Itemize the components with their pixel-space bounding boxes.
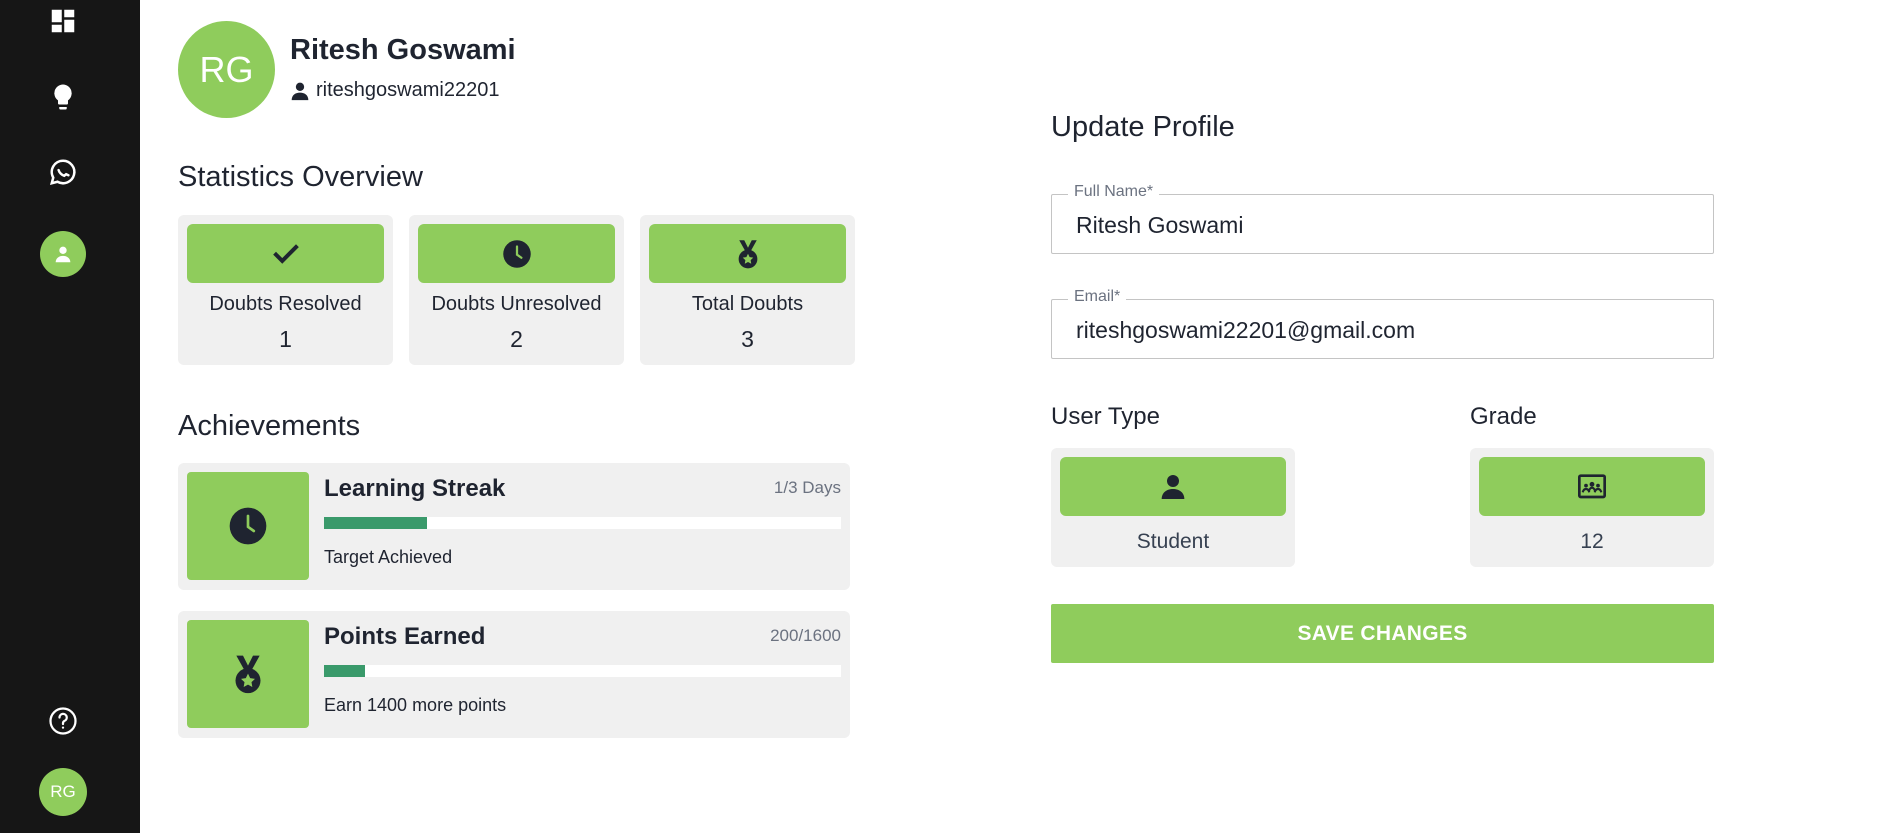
achievement-icon-box bbox=[187, 620, 309, 728]
grade-value: 12 bbox=[1580, 530, 1604, 553]
progress-fill bbox=[324, 665, 366, 677]
medal-icon bbox=[738, 239, 757, 268]
profile-icon[interactable] bbox=[40, 231, 86, 277]
full-name-label: Full Name* bbox=[1068, 183, 1160, 201]
username-row: riteshgoswami22201 bbox=[290, 79, 499, 102]
stat-value: 1 bbox=[279, 326, 292, 352]
profile-username: riteshgoswami22201 bbox=[316, 79, 500, 101]
stat-card-resolved: Doubts Resolved 1 bbox=[178, 215, 393, 365]
stat-card-total: Total Doubts 3 bbox=[640, 215, 855, 365]
stat-label: Doubts Resolved bbox=[209, 293, 362, 315]
user-type-card[interactable]: Student bbox=[1051, 448, 1295, 567]
update-profile-title: Update Profile bbox=[1051, 111, 1235, 143]
achievements-title: Achievements bbox=[178, 410, 361, 442]
sidebar-avatar[interactable]: RG bbox=[39, 768, 87, 816]
stat-value: 3 bbox=[741, 326, 754, 352]
user-type-icon-box[interactable] bbox=[1060, 457, 1286, 516]
email-value[interactable]: riteshgoswami22201@gmail.com bbox=[1076, 317, 1415, 344]
stat-icon-box bbox=[418, 224, 615, 283]
medal-icon bbox=[235, 655, 261, 694]
user-icon bbox=[291, 82, 309, 100]
stat-icon-box bbox=[187, 224, 384, 283]
full-name-field[interactable]: Full Name* Ritesh Goswami bbox=[1051, 183, 1714, 254]
stat-label: Total Doubts bbox=[691, 293, 804, 315]
user-type-value: Student bbox=[1136, 530, 1210, 553]
achievement-icon-box bbox=[187, 472, 309, 580]
check-icon bbox=[272, 243, 299, 264]
sidebar: RG bbox=[0, 0, 140, 833]
achievement-card: Learning Streak 1/3 Days Target Achieved bbox=[178, 463, 850, 590]
profile-name: Ritesh Goswami bbox=[290, 34, 516, 66]
achievement-title: Learning Streak bbox=[324, 475, 506, 502]
stat-icon-box bbox=[649, 224, 846, 283]
clock-icon bbox=[229, 507, 267, 545]
stat-value: 2 bbox=[510, 326, 523, 352]
progress-bar bbox=[324, 665, 841, 677]
email-field[interactable]: Email* riteshgoswami22201@gmail.com bbox=[1051, 288, 1714, 359]
progress-bar bbox=[324, 517, 841, 529]
stat-label: Doubts Unresolved bbox=[431, 293, 602, 315]
achievement-note: Earn 1400 more points bbox=[324, 695, 507, 715]
save-changes-button[interactable]: SAVE CHANGES bbox=[1051, 604, 1714, 663]
grade-title: Grade bbox=[1470, 403, 1537, 430]
achievement-note: Target Achieved bbox=[324, 547, 453, 567]
stat-card-unresolved: Doubts Unresolved 2 bbox=[409, 215, 624, 365]
email-label: Email* bbox=[1068, 288, 1127, 306]
profile-avatar: RG bbox=[178, 21, 275, 118]
achievement-card: Points Earned 200/1600 Earn 1400 more po… bbox=[178, 611, 850, 738]
statistics-title: Statistics Overview bbox=[178, 161, 423, 193]
achievement-meta: 200/1600 bbox=[770, 626, 841, 645]
full-name-value[interactable]: Ritesh Goswami bbox=[1076, 212, 1243, 239]
achievement-title: Points Earned bbox=[324, 623, 486, 650]
help-icon[interactable] bbox=[40, 698, 86, 744]
clock-icon bbox=[502, 239, 531, 268]
lightbulb-icon[interactable] bbox=[40, 74, 86, 120]
chat-icon[interactable] bbox=[40, 149, 86, 195]
grade-icon-box[interactable] bbox=[1479, 457, 1705, 516]
grade-card[interactable]: 12 bbox=[1470, 448, 1714, 567]
person-icon bbox=[1161, 474, 1185, 499]
achievement-meta: 1/3 Days bbox=[773, 478, 841, 497]
dashboard-icon[interactable] bbox=[40, 0, 86, 42]
user-type-title: User Type bbox=[1051, 403, 1160, 430]
classroom-icon bbox=[1578, 473, 1606, 498]
progress-fill bbox=[324, 517, 428, 529]
